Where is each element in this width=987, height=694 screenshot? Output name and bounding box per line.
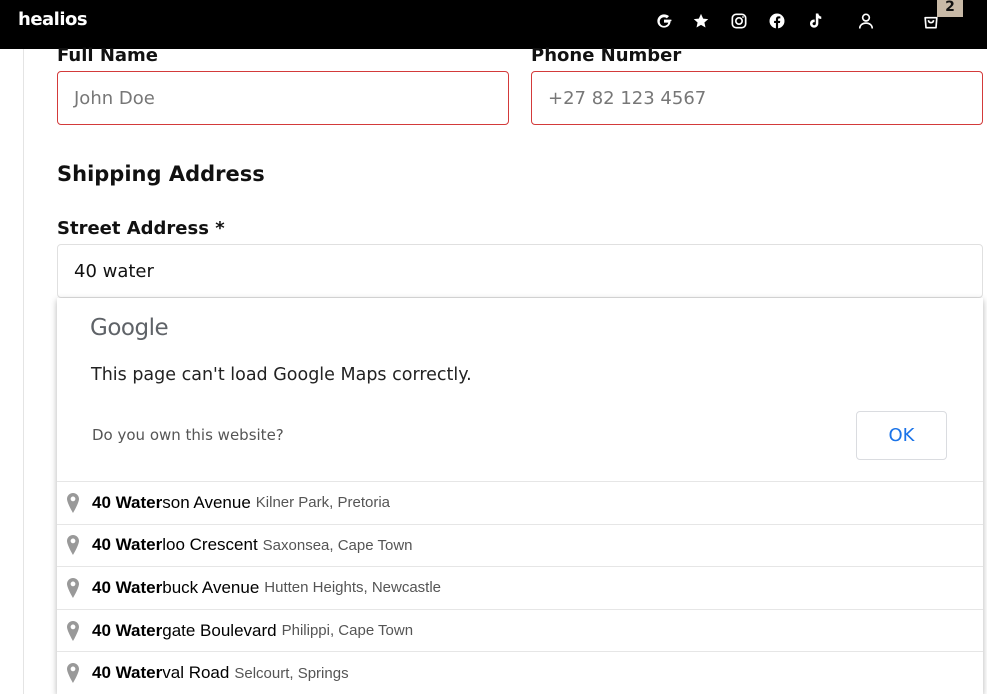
full-name-input[interactable]: John Doe	[57, 71, 509, 125]
suggestion-item[interactable]: 40 Water val Road Selcourt, Springs	[57, 651, 983, 694]
street-address-input[interactable]: 40 water	[57, 244, 983, 298]
suggestion-locality: Hutten Heights, Newcastle	[264, 579, 442, 597]
full-name-label: Full Name	[57, 45, 158, 66]
facebook-icon[interactable]	[766, 10, 788, 32]
suggestion-item[interactable]: 40 Water son Avenue Kilner Park, Pretoria	[57, 481, 983, 524]
instagram-icon[interactable]	[728, 10, 750, 32]
account-icon[interactable]	[855, 10, 877, 32]
suggestion-rest: val Road	[162, 663, 230, 683]
phone-number-label: Phone Number	[531, 45, 682, 66]
map-pin-icon	[67, 492, 79, 513]
phone-number-placeholder: +27 82 123 4567	[548, 87, 707, 109]
suggestion-rest: loo Crescent	[162, 535, 258, 555]
suggestion-item[interactable]: 40 Water loo Crescent Saxonsea, Cape Town	[57, 523, 983, 567]
suggestion-match: 40 Water	[92, 620, 163, 640]
map-pin-icon	[67, 620, 79, 641]
star-icon[interactable]	[690, 10, 712, 32]
shipping-address-title: Shipping Address	[57, 162, 265, 186]
street-address-value: 40 water	[74, 260, 154, 282]
suggestion-locality: Philippi, Cape Town	[281, 622, 414, 640]
tiktok-icon[interactable]	[804, 10, 826, 32]
site-logo[interactable]: healios	[18, 9, 88, 30]
suggestion-match: 40 Water	[92, 492, 163, 512]
map-pin-icon	[67, 577, 79, 598]
suggestion-item[interactable]: 40 Water gate Boulevard Philippi, Cape Tow…	[57, 608, 983, 652]
address-autocomplete-dropdown: Google This page can't load Google Maps …	[57, 298, 983, 694]
suggestion-match: 40 Water	[92, 535, 163, 555]
suggestion-rest: buck Avenue	[162, 577, 260, 597]
maps-error-ok-button[interactable]: OK	[856, 411, 947, 460]
full-name-placeholder: John Doe	[74, 87, 155, 109]
suggestion-item[interactable]: 40 Water buck Avenue Hutten Heights, Newca…	[57, 566, 983, 609]
phone-number-input[interactable]: +27 82 123 4567	[531, 71, 983, 125]
suggestion-list: 40 Water son Avenue Kilner Park, Pretoria …	[57, 481, 983, 694]
content-divider	[23, 49, 24, 694]
maps-error-question: Do you own this website?	[92, 426, 284, 444]
suggestion-match: 40 Water	[92, 577, 163, 597]
cart-count-badge: 2	[937, 0, 963, 17]
map-pin-icon	[67, 535, 79, 556]
suggestion-match: 40 Water	[92, 663, 163, 683]
suggestion-locality: Saxonsea, Cape Town	[262, 536, 413, 554]
google-logo: Google	[90, 315, 169, 341]
suggestion-locality: Selcourt, Springs	[234, 664, 349, 682]
suggestion-rest: son Avenue	[162, 492, 251, 512]
suggestion-locality: Kilner Park, Pretoria	[255, 494, 390, 512]
street-address-label: Street Address *	[57, 218, 225, 239]
top-nav-bar: healios 2	[0, 0, 987, 49]
maps-error-message: This page can't load Google Maps correct…	[91, 365, 472, 385]
map-pin-icon	[67, 663, 79, 684]
google-icon[interactable]	[653, 10, 675, 32]
suggestion-rest: gate Boulevard	[162, 620, 277, 640]
